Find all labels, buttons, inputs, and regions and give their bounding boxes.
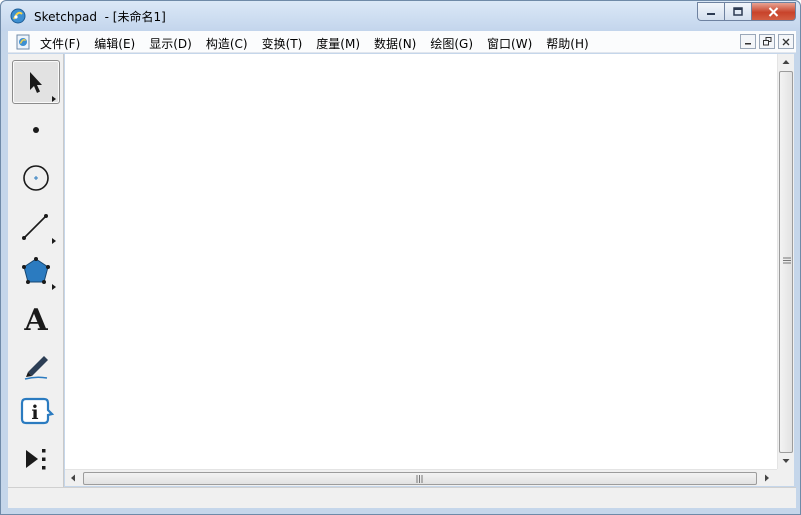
document-window-buttons: [740, 34, 794, 49]
title-bar[interactable]: Sketchpad - [未命名1]: [1, 1, 800, 31]
document-icon[interactable]: [15, 34, 31, 50]
menu-help[interactable]: 帮助(H): [539, 35, 595, 52]
marker-pen-icon: [24, 356, 48, 380]
status-bar: [8, 487, 796, 508]
scroll-right-button[interactable]: [759, 470, 775, 486]
arrow-left-icon: [71, 474, 75, 482]
minimize-icon: [745, 42, 751, 44]
doc-restore-button[interactable]: [759, 34, 775, 49]
menu-construct[interactable]: 构造(C): [199, 35, 255, 52]
text-tool[interactable]: A: [12, 296, 60, 340]
close-icon: [782, 38, 790, 45]
menu-file[interactable]: 文件(F): [39, 35, 87, 52]
point-icon: [33, 127, 39, 133]
info-icon: i: [20, 397, 55, 425]
restore-icon: [762, 37, 771, 46]
polygon-tool[interactable]: [12, 248, 60, 292]
doc-close-button[interactable]: [778, 34, 794, 49]
arrow-down-icon: [782, 459, 790, 463]
arrow-pointer-icon: [30, 72, 56, 102]
scroll-down-button[interactable]: [778, 453, 794, 469]
grip-icon: [783, 257, 791, 264]
arrow-right-icon: [765, 474, 769, 482]
menu-transform[interactable]: 变换(T): [255, 35, 310, 52]
minimize-icon: [707, 12, 715, 15]
sketchpad-window: Sketchpad - [未命名1] 文件(F) 编辑(E) 显示(D) 构造(…: [0, 0, 801, 515]
information-tool[interactable]: i: [12, 389, 60, 433]
minimize-button[interactable]: [697, 2, 724, 21]
close-button[interactable]: [751, 2, 796, 21]
polygon-icon: [22, 257, 56, 290]
menu-edit[interactable]: 编辑(E): [87, 35, 142, 52]
marker-tool[interactable]: [12, 342, 60, 386]
custom-tool-icon: [26, 449, 46, 470]
circle-icon: [23, 165, 49, 191]
arrow-up-icon: [782, 60, 790, 64]
doc-minimize-button[interactable]: [740, 34, 756, 49]
straightedge-tool[interactable]: [12, 202, 60, 246]
compass-tool[interactable]: [12, 154, 60, 198]
scrollbar-corner: [777, 469, 794, 486]
text-tool-glyph: A: [23, 303, 48, 338]
vertical-scroll-thumb[interactable]: [779, 71, 793, 453]
menu-measure[interactable]: 度量(M): [309, 35, 367, 52]
menu-data[interactable]: 数据(N): [367, 35, 423, 52]
caption-buttons: [697, 2, 796, 22]
menu-graph[interactable]: 绘图(G): [423, 35, 480, 52]
info-tool-glyph: i: [31, 402, 38, 424]
horizontal-scroll-thumb[interactable]: [83, 472, 757, 485]
scroll-left-button[interactable]: [65, 470, 81, 486]
sketch-canvas[interactable]: [65, 54, 777, 469]
point-tool[interactable]: [12, 106, 60, 150]
menu-display[interactable]: 显示(D): [142, 35, 199, 52]
menu-window[interactable]: 窗口(W): [480, 35, 539, 52]
close-icon: [768, 6, 779, 17]
text-a-icon: A: [23, 303, 48, 338]
grip-icon: [416, 475, 423, 483]
maximize-icon: [733, 7, 743, 16]
menu-items: 文件(F) 编辑(E) 显示(D) 构造(C) 变换(T) 度量(M) 数据(N…: [39, 35, 596, 52]
segment-icon: [22, 214, 56, 244]
sketchpad-app-icon: [10, 8, 26, 24]
vertical-scrollbar[interactable]: [777, 54, 794, 469]
toolbox: A i: [8, 54, 64, 487]
horizontal-scrollbar[interactable]: [65, 469, 777, 486]
scroll-up-button[interactable]: [778, 54, 794, 70]
maximize-button[interactable]: [724, 2, 751, 21]
menu-bar: 文件(F) 编辑(E) 显示(D) 构造(C) 变换(T) 度量(M) 数据(N…: [8, 31, 796, 53]
custom-tool[interactable]: [12, 436, 60, 480]
selection-arrow-tool[interactable]: [12, 60, 60, 104]
window-title: Sketchpad - [未命名1]: [34, 10, 166, 24]
